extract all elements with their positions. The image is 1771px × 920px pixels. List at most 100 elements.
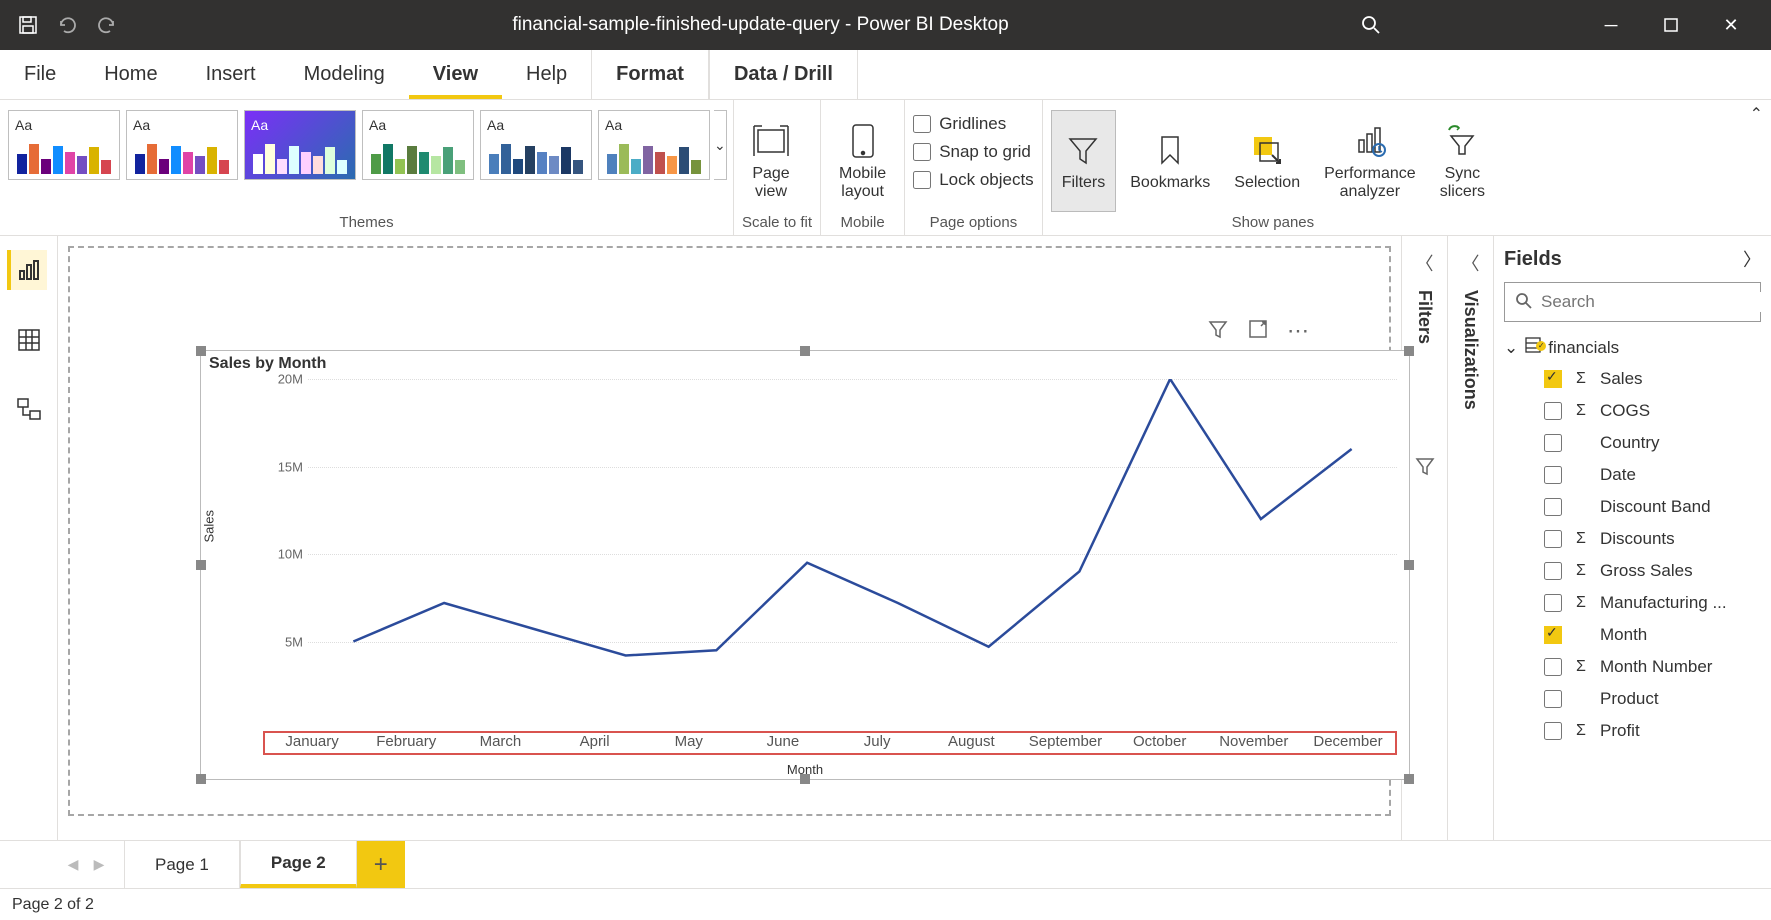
- selection-pane-button[interactable]: Selection: [1224, 110, 1310, 212]
- menu-data-drill[interactable]: Data / Drill: [709, 50, 858, 99]
- y-tick: 5M: [263, 634, 303, 649]
- field-checkbox[interactable]: [1544, 370, 1562, 388]
- menu-format[interactable]: Format: [591, 50, 709, 99]
- resize-handle[interactable]: [1404, 346, 1414, 356]
- field-label: Profit: [1600, 721, 1640, 741]
- chevron-right-icon[interactable]: 〉: [1743, 246, 1761, 272]
- close-button[interactable]: ✕: [1701, 0, 1761, 50]
- field-checkbox[interactable]: [1544, 498, 1562, 516]
- field-checkbox[interactable]: [1544, 594, 1562, 612]
- field-checkbox[interactable]: [1544, 434, 1562, 452]
- resize-handle[interactable]: [196, 560, 206, 570]
- field-list: Σ Sales Σ COGS Country Date Discount Ban…: [1504, 363, 1761, 747]
- report-view-button[interactable]: [7, 250, 47, 290]
- resize-handle[interactable]: [800, 346, 810, 356]
- themes-group-label: Themes: [8, 212, 725, 233]
- snap-to-grid-checkbox[interactable]: Snap to grid: [913, 142, 1034, 162]
- lock-objects-checkbox[interactable]: Lock objects: [913, 170, 1034, 190]
- table-financials[interactable]: ⌄ ✓ financials: [1504, 332, 1761, 363]
- focus-mode-icon[interactable]: [1247, 318, 1269, 346]
- field-profit[interactable]: Σ Profit: [1504, 715, 1761, 747]
- minimize-button[interactable]: ─: [1581, 0, 1641, 50]
- theme-thumb-0[interactable]: Aa: [8, 110, 120, 180]
- theme-thumb-5[interactable]: Aa: [598, 110, 710, 180]
- chevron-left-icon[interactable]: 〈: [1462, 250, 1480, 276]
- field-checkbox[interactable]: [1544, 402, 1562, 420]
- mobile-group-label: Mobile: [829, 212, 896, 233]
- add-page-button[interactable]: +: [357, 841, 405, 888]
- theme-thumb-1[interactable]: Aa: [126, 110, 238, 180]
- x-tick-label: January: [265, 733, 359, 753]
- tab-page-2[interactable]: Page 2: [240, 841, 357, 888]
- field-checkbox[interactable]: [1544, 658, 1562, 676]
- resize-handle[interactable]: [1404, 774, 1414, 784]
- more-options-icon[interactable]: ⋯: [1287, 318, 1309, 346]
- selection-icon: [1250, 130, 1284, 170]
- field-discounts[interactable]: Σ Discounts: [1504, 523, 1761, 555]
- themes-dropdown[interactable]: ⌄: [714, 110, 727, 180]
- field-label: Product: [1600, 689, 1659, 709]
- resize-handle[interactable]: [196, 346, 206, 356]
- menu-home[interactable]: Home: [80, 50, 181, 99]
- field-checkbox[interactable]: [1544, 626, 1562, 644]
- theme-thumb-3[interactable]: Aa: [362, 110, 474, 180]
- field-manufacturing-[interactable]: Σ Manufacturing ...: [1504, 587, 1761, 619]
- x-tick-label: December: [1301, 733, 1395, 753]
- line-chart-visual[interactable]: Sales by Month Sales Month 5M10M15M20M J…: [200, 350, 1410, 780]
- ribbon-collapse-icon[interactable]: ⌃: [1750, 104, 1763, 124]
- field-checkbox[interactable]: [1544, 690, 1562, 708]
- field-checkbox[interactable]: [1544, 530, 1562, 548]
- page-tabs-bar: ◀ ▶ Page 1 Page 2 +: [0, 840, 1771, 888]
- field-product[interactable]: Product: [1504, 683, 1761, 715]
- title-bar: financial-sample-finished-update-query -…: [0, 0, 1771, 50]
- fields-search[interactable]: [1504, 282, 1761, 322]
- bookmarks-pane-button[interactable]: Bookmarks: [1120, 110, 1220, 212]
- theme-thumb-2[interactable]: Aa: [244, 110, 356, 180]
- undo-icon[interactable]: [56, 15, 78, 35]
- report-canvas[interactable]: ⋯ Sales by Month Sales Month 5M10M15M20M: [58, 236, 1401, 840]
- search-icon[interactable]: [1361, 15, 1381, 35]
- menu-modeling[interactable]: Modeling: [280, 50, 409, 99]
- field-month[interactable]: Month: [1504, 619, 1761, 651]
- gridlines-checkbox[interactable]: Gridlines: [913, 114, 1034, 134]
- resize-handle[interactable]: [196, 774, 206, 784]
- field-checkbox[interactable]: [1544, 562, 1562, 580]
- visual-filter-icon[interactable]: [1207, 318, 1229, 346]
- menu-file[interactable]: File: [0, 50, 80, 99]
- search-input[interactable]: [1541, 292, 1762, 312]
- data-view-button[interactable]: [9, 320, 49, 360]
- page-view-button[interactable]: Page view: [742, 110, 800, 212]
- tab-nav-next[interactable]: ▶: [86, 841, 112, 888]
- menu-insert[interactable]: Insert: [182, 50, 280, 99]
- redo-icon[interactable]: [96, 15, 118, 35]
- tab-page-1[interactable]: Page 1: [124, 841, 240, 888]
- filter-applied-icon: [1414, 455, 1436, 480]
- visualizations-pane-collapsed[interactable]: 〈 Visualizations: [1447, 236, 1493, 840]
- menu-view[interactable]: View: [409, 50, 502, 99]
- resize-handle[interactable]: [1404, 560, 1414, 570]
- field-checkbox[interactable]: [1544, 722, 1562, 740]
- fields-pane-title: Fields: [1504, 248, 1562, 271]
- filters-pane-button[interactable]: Filters: [1051, 110, 1117, 212]
- tab-nav-prev[interactable]: ◀: [60, 841, 86, 888]
- mobile-layout-button[interactable]: Mobile layout: [829, 110, 896, 212]
- field-month-number[interactable]: Σ Month Number: [1504, 651, 1761, 683]
- chevron-left-icon[interactable]: 〈: [1416, 250, 1434, 276]
- sync-slicers-button[interactable]: Sync slicers: [1430, 110, 1495, 212]
- field-gross-sales[interactable]: Σ Gross Sales: [1504, 555, 1761, 587]
- field-date[interactable]: Date: [1504, 459, 1761, 491]
- field-discount-band[interactable]: Discount Band: [1504, 491, 1761, 523]
- field-country[interactable]: Country: [1504, 427, 1761, 459]
- x-tick-label: May: [642, 733, 736, 753]
- model-view-button[interactable]: [9, 390, 49, 430]
- field-sales[interactable]: Σ Sales: [1504, 363, 1761, 395]
- theme-thumb-4[interactable]: Aa: [480, 110, 592, 180]
- performance-analyzer-button[interactable]: Performance analyzer: [1314, 110, 1426, 212]
- maximize-button[interactable]: [1641, 0, 1701, 50]
- chart-title: Sales by Month: [209, 355, 326, 373]
- field-checkbox[interactable]: [1544, 466, 1562, 484]
- show-panes-label: Show panes: [1051, 212, 1495, 233]
- save-icon[interactable]: [18, 15, 38, 35]
- menu-help[interactable]: Help: [502, 50, 591, 99]
- field-cogs[interactable]: Σ COGS: [1504, 395, 1761, 427]
